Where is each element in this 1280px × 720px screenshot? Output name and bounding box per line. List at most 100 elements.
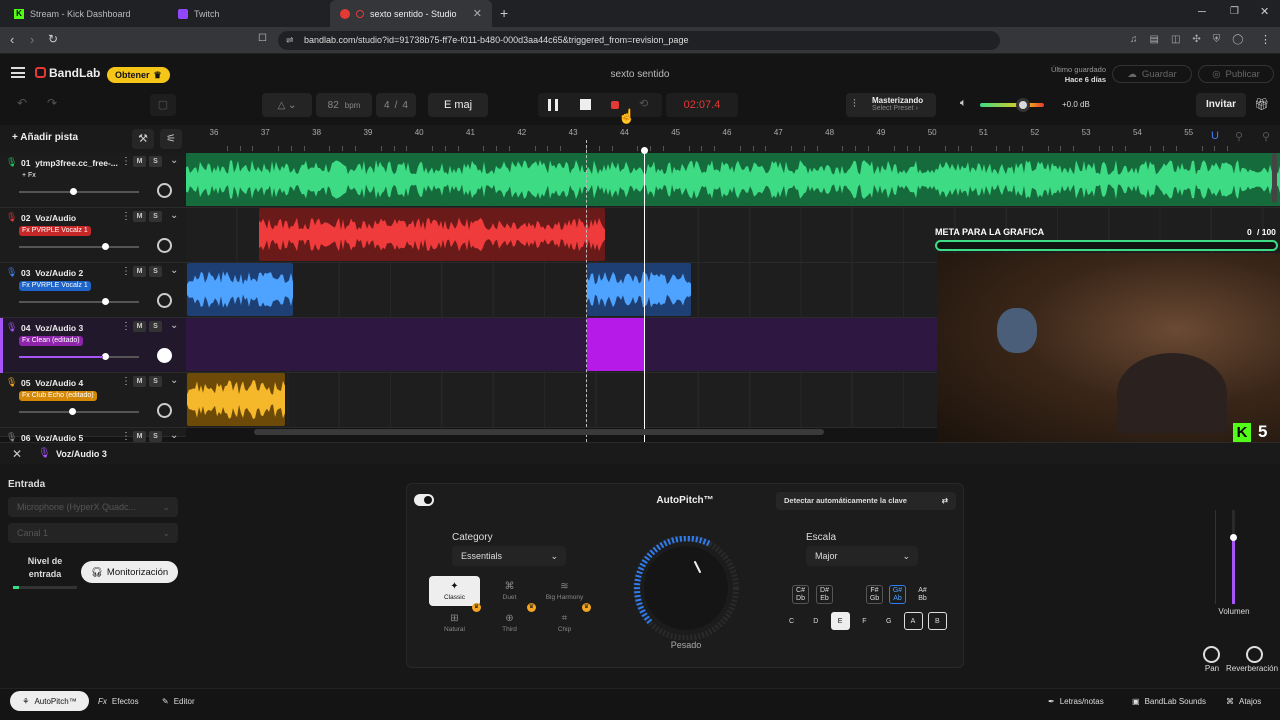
input-device-select[interactable]: Microphone (HyperX Quadc... ⌄ xyxy=(8,497,178,517)
reload-icon[interactable]: ↻ xyxy=(48,32,58,46)
clip-track-01[interactable] xyxy=(186,153,1280,206)
shield-icon[interactable]: ⛨ xyxy=(1213,34,1221,46)
pitch-correction-knob[interactable] xyxy=(630,536,746,640)
autopitch-toggle[interactable] xyxy=(414,494,434,506)
mute-button[interactable]: M xyxy=(133,431,146,442)
volume-fader-track[interactable] xyxy=(1232,510,1235,604)
tab-editor[interactable]: ✎ Editor xyxy=(162,691,195,711)
settings-sliders-icon[interactable]: ⚟ xyxy=(160,129,182,149)
track-name[interactable]: 03 Voz/Audio 2 xyxy=(21,268,83,278)
clip-track-03-a[interactable] xyxy=(187,263,293,316)
track-header-04[interactable]: 🎙︎ 04 Voz/Audio 3 ⋮ M S ⌄ Fx Clean (editado) xyxy=(0,318,186,373)
note-c[interactable]: C xyxy=(782,612,801,630)
fx-badge[interactable]: Fx PVRPLE Vocalz 1 xyxy=(19,226,91,236)
input-channel-select[interactable]: Canal 1 ⌄ xyxy=(8,523,178,543)
hamburger-menu-icon[interactable] xyxy=(11,67,25,78)
save-button[interactable]: ☁ Guardar xyxy=(1112,65,1192,83)
note-f[interactable]: F xyxy=(855,612,874,630)
category-select[interactable]: Essentials ⌄ xyxy=(452,546,566,566)
zoom-out-icon[interactable]: ⚲ xyxy=(1235,130,1243,143)
note-sharp-3[interactable]: F# Gb xyxy=(866,585,883,604)
solo-button[interactable]: S xyxy=(149,376,162,387)
scale-select[interactable]: Major ⌄ xyxy=(806,546,918,566)
gift-icon[interactable]: 🎁︎ xyxy=(1254,97,1269,111)
back-icon[interactable]: ‹ xyxy=(10,32,14,47)
solo-button[interactable]: S xyxy=(149,211,162,222)
forward-icon[interactable]: › xyxy=(30,32,34,47)
track-name[interactable]: 04 Voz/Audio 3 xyxy=(21,323,83,333)
horizontal-scrollbar[interactable] xyxy=(254,429,824,435)
track-header-05[interactable]: 🎙︎ 05 Voz/Audio 4 ⋮ M S ⌄ Fx Club Echo (editad… xyxy=(0,373,186,428)
style-option-chip[interactable]: ⌗ Chip xyxy=(539,608,590,638)
redo-icon[interactable]: ↷ xyxy=(40,96,64,116)
track-volume-handle[interactable] xyxy=(102,298,109,305)
fx-badge[interactable]: Fx PVRPLE Vocalz 1 xyxy=(19,281,91,291)
track-header-01[interactable]: 🎙︎ 01 ytmp3free.cc_free-... ⋮ M S ⌄ + Fx xyxy=(0,153,186,208)
pan-knob[interactable] xyxy=(1203,646,1220,663)
track-options-icon[interactable]: ⋮ xyxy=(121,211,131,222)
track-options-icon[interactable]: ⋮ xyxy=(121,156,131,167)
note-g[interactable]: G xyxy=(879,612,898,630)
pause-icon[interactable] xyxy=(548,99,558,111)
playhead[interactable] xyxy=(644,150,645,442)
track-volume-handle[interactable] xyxy=(102,353,109,360)
clip-track-05[interactable] xyxy=(187,373,285,426)
mute-button[interactable]: M xyxy=(133,211,146,222)
note-e[interactable]: E xyxy=(830,612,850,630)
note-a[interactable]: A xyxy=(903,612,923,630)
mastering-button[interactable]: Masterizando Select Preset › xyxy=(846,93,936,117)
metronome-button[interactable]: △ ⌄ xyxy=(262,93,312,117)
tab-effects[interactable]: Fx Efectos xyxy=(98,691,139,711)
solo-button[interactable]: S xyxy=(149,266,162,277)
track-header-02[interactable]: 🎙︎ 02 Voz/Audio ⋮ M S ⌄ Fx PVRPLE Vocalz 1 xyxy=(0,208,186,263)
chevron-down-icon[interactable]: ⌄ xyxy=(170,155,178,166)
reverb-knob[interactable] xyxy=(1246,646,1263,663)
note-sharp-2[interactable]: D# Eb xyxy=(816,585,833,604)
chevron-down-icon[interactable]: ⌄ xyxy=(170,265,178,276)
wand-icon[interactable]: ⚒ xyxy=(132,129,154,149)
undo-icon[interactable]: ↶ xyxy=(10,96,34,116)
speaker-icon[interactable]: 🔈︎ xyxy=(960,97,967,110)
lyrics-button[interactable]: ✒ Letras/notas xyxy=(1048,691,1104,711)
sidepanel-icon[interactable]: ▤ xyxy=(1150,34,1159,46)
browser-tab-kick[interactable]: K Stream - Kick Dashboard xyxy=(4,0,164,27)
add-track-button[interactable]: + Añadir pista xyxy=(12,132,78,143)
chevron-down-icon[interactable]: ⌄ xyxy=(170,430,178,441)
solo-button[interactable]: S xyxy=(149,431,162,442)
volume-fader-handle[interactable] xyxy=(1230,534,1237,541)
close-tab-icon[interactable]: ✕ xyxy=(473,7,482,20)
mute-button[interactable]: M xyxy=(133,156,146,167)
track-volume-handle[interactable] xyxy=(70,188,77,195)
new-tab-button[interactable]: + xyxy=(500,5,508,21)
style-option-classic[interactable]: ✦ Classic xyxy=(429,576,480,606)
clip-track-03-b[interactable] xyxy=(587,263,691,316)
track-name[interactable]: 01 ytmp3free.cc_free-... xyxy=(21,158,118,168)
clip-track-04-recording[interactable] xyxy=(587,318,645,371)
punch-in-marker[interactable] xyxy=(586,140,587,442)
fx-badge[interactable]: + Fx xyxy=(19,171,39,181)
solo-button[interactable]: S xyxy=(149,321,162,332)
auto-detect-key-button[interactable]: Detectar automáticamente la clave ⇄ xyxy=(776,492,956,510)
track-volume-slider[interactable] xyxy=(19,246,139,248)
fx-badge[interactable]: Fx Club Echo (editado) xyxy=(19,391,97,401)
track-pan-knob[interactable] xyxy=(157,183,172,198)
clip-track-02[interactable] xyxy=(259,208,605,261)
menu-dots-icon[interactable]: ⋮ xyxy=(1260,33,1271,46)
loop-region-icon[interactable]: ▢ xyxy=(150,94,176,116)
style-option-big-harmony[interactable]: ≋ Big Harmony xyxy=(539,576,590,606)
chevron-down-icon[interactable]: ⌄ xyxy=(170,320,178,331)
browser-tab-studio[interactable]: sexto sentido - Studio ✕ xyxy=(330,0,492,27)
vertical-scrollbar[interactable] xyxy=(1272,153,1277,203)
site-info-icon[interactable]: ⇌ xyxy=(286,35,294,46)
chevron-down-icon[interactable]: ⌄ xyxy=(170,210,178,221)
publish-button[interactable]: ◎ Publicar xyxy=(1198,65,1274,83)
note-sharp-4[interactable]: G# Ab xyxy=(889,585,906,604)
track-volume-handle[interactable] xyxy=(69,408,76,415)
tab-autopitch[interactable]: ⚘ AutoPitch™ xyxy=(10,691,89,711)
magnet-snap-icon[interactable]: U xyxy=(1207,130,1223,148)
monitoring-button[interactable]: 🎧︎ Monitorización xyxy=(81,561,178,583)
browser-tab-twitch[interactable]: Twitch xyxy=(168,0,328,27)
time-signature-field[interactable]: 4 / 4 xyxy=(376,93,416,117)
track-pan-knob[interactable] xyxy=(157,293,172,308)
sounds-button[interactable]: ▣ BandLab Sounds xyxy=(1132,691,1206,711)
